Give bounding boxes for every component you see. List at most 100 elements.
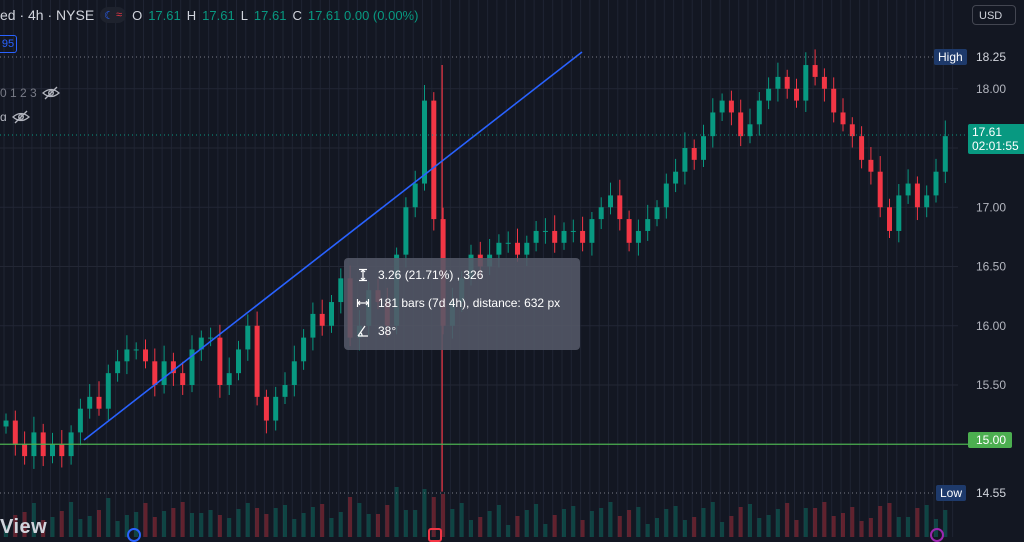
eye-hidden-icon[interactable] [41,86,61,100]
close-label: C [292,7,302,23]
candle-body [12,420,18,445]
study-badge[interactable]: 95 [0,35,17,53]
candle-body [310,313,316,338]
volume-bar [348,497,353,537]
volume-bar [403,510,408,537]
candle-body [496,242,502,255]
volume-bar [757,518,762,537]
candle-body [570,230,576,232]
candle-body [115,361,121,374]
scroll-marker-purple[interactable] [930,528,944,542]
volume-bar [729,516,734,537]
open-value: 17.61 [148,7,181,23]
candle-body [208,337,214,339]
symbol-title[interactable]: ed · 4h · NYSE [0,7,94,23]
high-tag-value: 18.25 [976,50,1007,64]
volume-bar [320,504,325,537]
volume-bar [487,511,492,537]
indicator-row-1[interactable]: 0 1 2 3 [0,86,61,100]
volume-bars [4,487,948,537]
candle-body [803,65,809,101]
candle-body [431,100,437,220]
volume-bar [534,504,539,537]
scroll-marker-blue[interactable] [127,528,141,542]
volume-bar [720,522,725,537]
scroll-marker-red[interactable] [428,528,442,542]
volume-bar [887,503,892,537]
candle-body [738,112,744,137]
currency-select[interactable]: USD [972,5,1016,25]
volume-bar [496,505,501,537]
candle-body [896,195,902,231]
candle-body [291,361,297,385]
candle-body [533,230,539,243]
candle-body [329,302,334,326]
volume-bar [506,525,511,537]
candle-body [338,278,344,303]
candle-body [766,88,772,101]
candle-body [942,136,948,172]
volume-bar [87,516,92,537]
volume-bar [571,506,576,537]
indicator-row-2[interactable]: ɑ [0,110,31,124]
price-tick-label: 18.00 [976,82,1006,96]
candle-body [859,136,865,160]
volume-bar [896,517,901,537]
volume-bar [59,511,64,537]
volume-bar [162,511,167,537]
candle-body [254,325,260,397]
candle-body [933,171,939,196]
volume-bar [115,521,120,537]
symbol-legend: ed · 4h · NYSE ☾ ≈ O 17.61 H 17.61 L 17.61 … [0,6,418,24]
candle-body [905,183,911,196]
candle-body [747,124,753,137]
volume-bar [255,508,260,537]
candle-body [105,373,111,409]
volume-bar [924,505,929,537]
volume-bar [738,507,743,537]
candle-body [124,349,130,362]
measure-angle-row: 38° [356,324,396,338]
volume-bar [273,508,278,537]
volume-bar [366,514,371,537]
candle-body [180,373,186,385]
volume-bar [208,510,213,537]
candle-body [152,361,158,385]
volume-bar [152,517,157,537]
high-tag-label: High [934,49,967,65]
candle-body [524,242,530,255]
candle-body [617,195,623,220]
price-tick-label: 17.00 [976,200,1006,214]
moon-icon: ☾ [104,9,115,22]
candle-body [701,136,706,160]
open-label: O [132,7,143,23]
candle-body [412,183,418,208]
volume-bar [766,515,771,537]
candle-body [301,337,307,362]
volume-bar [524,510,529,537]
volume-bar [617,516,622,537]
candle-body [924,195,930,208]
watermark-logo: View [0,516,48,538]
candle-body [691,148,697,160]
measure-price-row: 3.26 (21.71%) , 326 [356,268,483,282]
candle-body [226,373,232,385]
candle-body [663,183,669,208]
volume-bar [459,503,464,537]
candle-body [217,337,223,385]
eye-hidden-icon[interactable] [11,110,31,124]
volume-bar [394,487,399,537]
volume-bar [692,517,697,537]
volume-bar [264,514,269,537]
status-pill[interactable]: ☾ ≈ [100,7,127,23]
candle-body [821,76,827,89]
volume-bar [217,515,222,537]
candle-body [96,396,102,409]
candle-body [273,396,279,421]
volume-bar [850,507,855,537]
candle-body [561,230,567,243]
volume-bar [655,518,659,537]
volume-bar [69,502,74,537]
volume-bar [450,509,455,537]
candle-body [608,195,613,208]
